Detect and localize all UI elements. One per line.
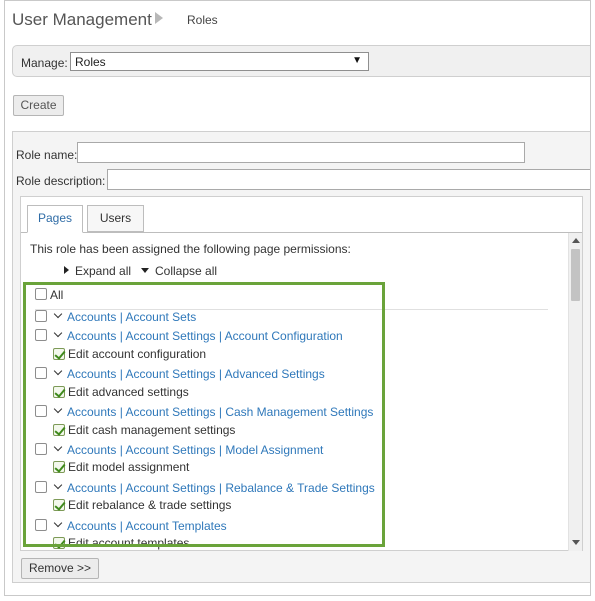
tab-pages[interactable]: Pages (27, 205, 83, 233)
expand-all-label: Expand all (75, 264, 132, 278)
role-editor-panel: Role name: Role description: Pages Users… (12, 131, 590, 583)
user-management-window: User Management Roles Manage: Roles ▼ Cr… (4, 0, 591, 596)
tab-divider (21, 232, 582, 233)
scroll-up-icon[interactable] (572, 238, 580, 243)
scroll-down-icon[interactable] (572, 540, 580, 545)
page-header: User Management Roles (5, 1, 590, 39)
role-name-input[interactable] (77, 142, 525, 163)
manage-label: Manage: (21, 56, 68, 70)
create-button[interactable]: Create (13, 95, 64, 116)
manage-bar: Manage: Roles ▼ (12, 45, 590, 77)
tab-users[interactable]: Users (87, 205, 144, 232)
role-name-label: Role name: (16, 148, 78, 162)
collapse-arrow-icon (141, 268, 149, 273)
permissions-note: This role has been assigned the followin… (30, 242, 351, 256)
highlight-annotation (23, 282, 385, 547)
manage-select[interactable]: Roles ▼ (70, 52, 369, 71)
breadcrumb-roles[interactable]: Roles (187, 13, 218, 27)
dropdown-arrow-icon: ▼ (352, 55, 362, 66)
remove-button[interactable]: Remove >> (21, 558, 99, 579)
role-description-input[interactable] (107, 169, 590, 190)
scroll-thumb[interactable] (571, 249, 580, 301)
collapse-all-label: Collapse all (155, 264, 218, 278)
role-description-label: Role description: (16, 174, 106, 188)
page-title: User Management (12, 10, 152, 29)
permissions-scrollbar[interactable] (568, 233, 582, 551)
expand-arrow-icon (64, 266, 69, 274)
collapse-all-button[interactable]: Collapse all (141, 264, 217, 278)
manage-select-value: Roles (75, 55, 106, 69)
breadcrumb-separator-icon (155, 12, 163, 24)
expand-all-button[interactable]: Expand all (64, 264, 131, 278)
